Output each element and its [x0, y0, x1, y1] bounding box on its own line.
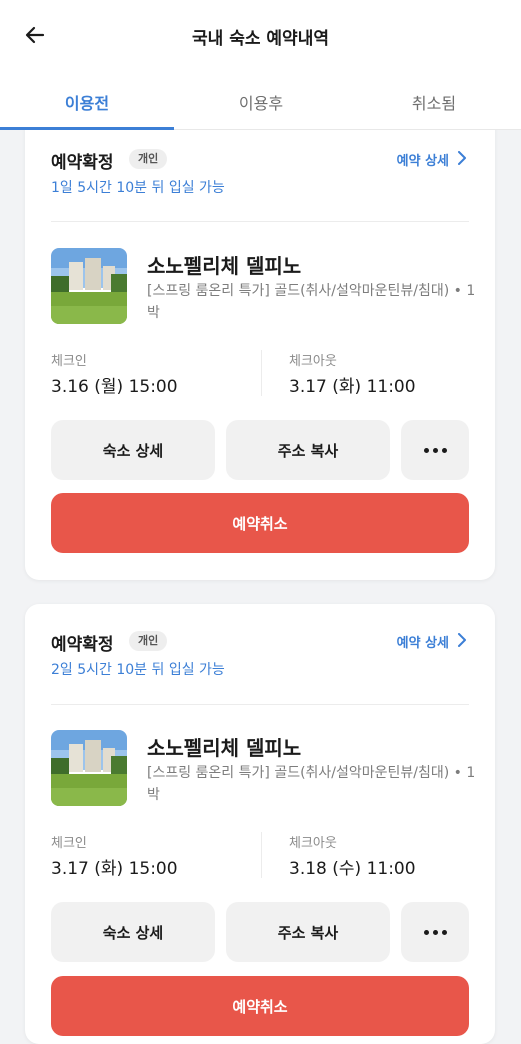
checkout-value: 3.17 (화) 11:00 [289, 377, 416, 397]
checkout-label: 체크아웃 [289, 354, 337, 369]
checkin-value: 3.16 (월) 15:00 [51, 377, 178, 397]
cancel-reservation-button[interactable]: 예약취소 [51, 493, 469, 553]
reservation-type-badge: 개인 [129, 631, 168, 651]
reservation-card: 예약확정 개인 예약 상세 1일 5시간 10분 뒤 입실 가능 소노펠리체 델… [25, 110, 495, 580]
tab-bar-overlay: 이용전 이용후 취소됨 [0, 72, 521, 130]
reservation-detail-label: 예약 상세 [396, 636, 449, 651]
checkin-label: 체크인 [51, 354, 87, 369]
divider [51, 221, 469, 222]
more-dots-icon [422, 929, 449, 935]
more-options-button[interactable] [401, 902, 469, 962]
tab-upcoming[interactable]: 이용전 [0, 90, 174, 114]
chevron-right-icon [457, 632, 467, 651]
checkin-value: 3.17 (화) 15:00 [51, 859, 178, 879]
reservation-card: 예약확정 개인 예약 상세 2일 5시간 10분 뒤 입실 가능 소노펠리체 델… [25, 604, 495, 1044]
hotel-name: 소노펠리체 델피노 [147, 254, 302, 278]
reservation-type-badge: 개인 [129, 149, 168, 169]
tab-indicator [0, 127, 174, 130]
room-description: [스프링 룸온리 특가] 골드(취사/설악마운틴뷰/침대) • 1박 [147, 765, 476, 803]
reservation-status: 예약확정 [51, 635, 114, 655]
checkin-label: 체크인 [51, 836, 87, 851]
reservation-detail-label: 예약 상세 [396, 154, 449, 169]
divider [51, 704, 469, 705]
more-options-button[interactable] [401, 420, 469, 480]
checkin-countdown: 2일 5시간 10분 뒤 입실 가능 [51, 662, 225, 678]
more-dots-icon [422, 447, 449, 453]
checkin-countdown: 1일 5시간 10분 뒤 입실 가능 [51, 180, 225, 196]
tab-past[interactable]: 이용후 [174, 90, 348, 114]
hotel-detail-button[interactable]: 숙소 상세 [51, 902, 215, 962]
top-app-bar: 국내 숙소 예약내역 [0, 0, 521, 72]
reservation-detail-link[interactable]: 예약 상세 [397, 150, 467, 169]
tab-cancelled[interactable]: 취소됨 [347, 90, 521, 114]
checkin-checkout-separator [261, 832, 262, 878]
copy-address-button[interactable]: 주소 복사 [226, 902, 390, 962]
checkout-value: 3.18 (수) 11:00 [289, 859, 416, 879]
cancel-reservation-button[interactable]: 예약취소 [51, 976, 469, 1036]
reservation-detail-link[interactable]: 예약 상세 [397, 632, 467, 651]
reservation-status: 예약확정 [51, 153, 114, 173]
checkout-label: 체크아웃 [289, 836, 337, 851]
hotel-name: 소노펠리체 델피노 [147, 736, 302, 760]
hotel-thumbnail [51, 248, 127, 324]
checkin-checkout-separator [261, 350, 262, 396]
hotel-thumbnail [51, 730, 127, 806]
page-title: 국내 숙소 예약내역 [192, 29, 329, 49]
copy-address-button[interactable]: 주소 복사 [226, 420, 390, 480]
room-description: [스프링 룸온리 특가] 골드(취사/설악마운틴뷰/침대) • 1박 [147, 283, 476, 321]
hotel-detail-button[interactable]: 숙소 상세 [51, 420, 215, 480]
chevron-right-icon [457, 150, 467, 169]
